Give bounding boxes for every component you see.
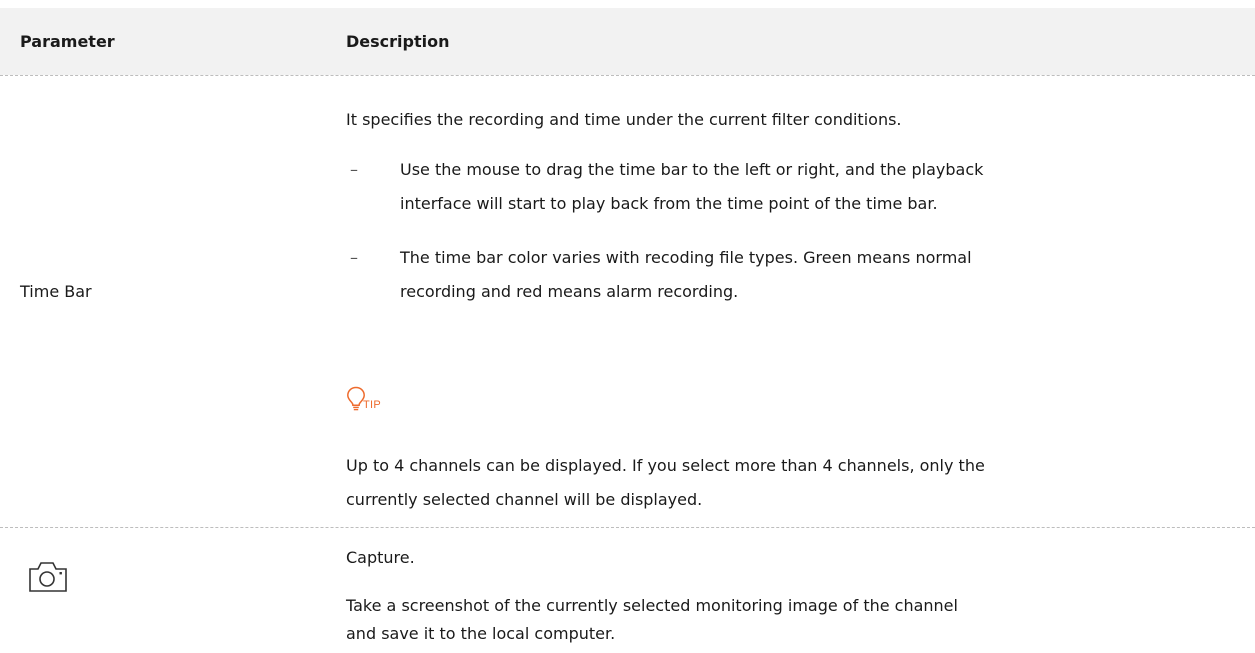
bullet-line: interface will start to play back from t… (400, 194, 938, 213)
bullet-line: The time bar color varies with recoding … (400, 248, 972, 267)
bullet-dash: – (350, 160, 358, 179)
tip-label: TIP (363, 399, 382, 411)
bullet-line: Use the mouse to drag the time bar to th… (400, 160, 984, 179)
tip-text-line: currently selected channel will be displ… (346, 490, 703, 509)
capture-title: Capture. (346, 548, 415, 567)
bullet-dash: – (350, 248, 358, 267)
row-divider (0, 527, 1255, 528)
tip-text-line: Up to 4 channels can be displayed. If yo… (346, 456, 985, 475)
header-divider (0, 75, 1255, 76)
row-time-bar-parameter: Time Bar (20, 282, 92, 301)
bullet-line: recording and red means alarm recording. (400, 282, 739, 301)
table-header (0, 8, 1255, 75)
time-bar-intro: It specifies the recording and time unde… (346, 110, 902, 129)
capture-description-line: and save it to the local computer. (346, 624, 616, 643)
camera-icon (28, 560, 68, 598)
header-parameter: Parameter (20, 32, 115, 51)
header-description: Description (346, 32, 450, 51)
